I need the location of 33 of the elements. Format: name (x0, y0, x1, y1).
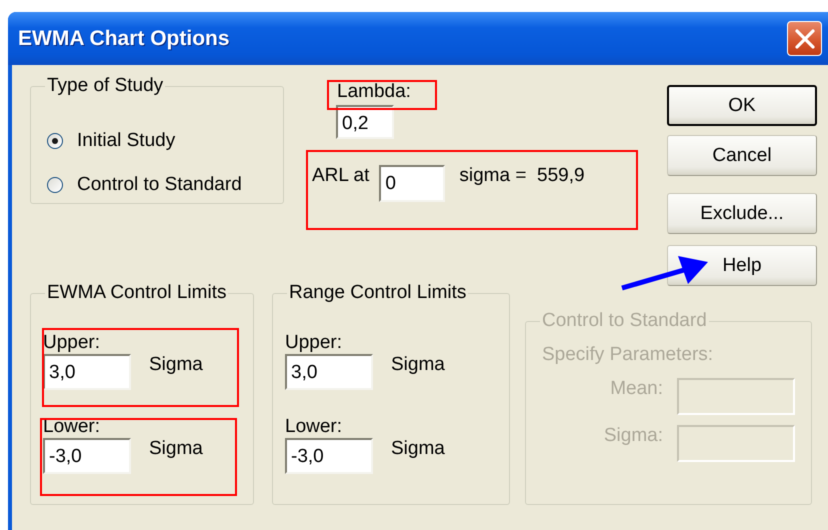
subtitle: Specify Parameters: (542, 344, 714, 366)
dialog-button[interactable]: Exclude... (667, 193, 817, 234)
unit-label: Sigma (149, 354, 203, 376)
arl-label: ARL at (312, 165, 370, 187)
input-field[interactable]: -3,0 (285, 438, 373, 474)
group-title: Range Control Limits (288, 282, 468, 304)
field-label: Mean: (610, 378, 663, 400)
input-field[interactable]: 0 (379, 165, 446, 202)
radio-option[interactable]: Initial Study (47, 119, 283, 163)
lambda-label: Lambda: (337, 81, 411, 103)
group-title: Type of Study (46, 75, 164, 97)
field-label: Upper: (285, 332, 342, 354)
unit-label: Sigma (391, 354, 445, 376)
field-label: Sigma: (604, 425, 663, 447)
dialog-button[interactable]: Cancel (667, 135, 817, 176)
close-icon (794, 28, 816, 50)
unit-label: Sigma (149, 438, 203, 460)
group-title: EWMA Control Limits (46, 282, 228, 304)
input-field[interactable]: -3,0 (43, 438, 131, 474)
radio-option[interactable]: Control to Standard (47, 163, 283, 207)
field-label: Lower: (43, 416, 100, 438)
unit-label: Sigma (391, 438, 445, 460)
sigma-result: sigma = 559,9 (459, 165, 585, 187)
dialog-button[interactable]: Help (667, 245, 817, 286)
close-button[interactable] (787, 21, 822, 56)
group-title: Control to Standard (541, 310, 708, 332)
field-label: Upper: (43, 332, 100, 354)
dialog-button[interactable]: OK (667, 85, 817, 126)
input-field[interactable]: 3,0 (285, 354, 373, 390)
input-field[interactable]: 0,2 (336, 105, 394, 139)
field-label: Lower: (285, 416, 342, 438)
window-title: EWMA Chart Options (18, 26, 230, 50)
input-field[interactable]: 3,0 (43, 354, 131, 390)
